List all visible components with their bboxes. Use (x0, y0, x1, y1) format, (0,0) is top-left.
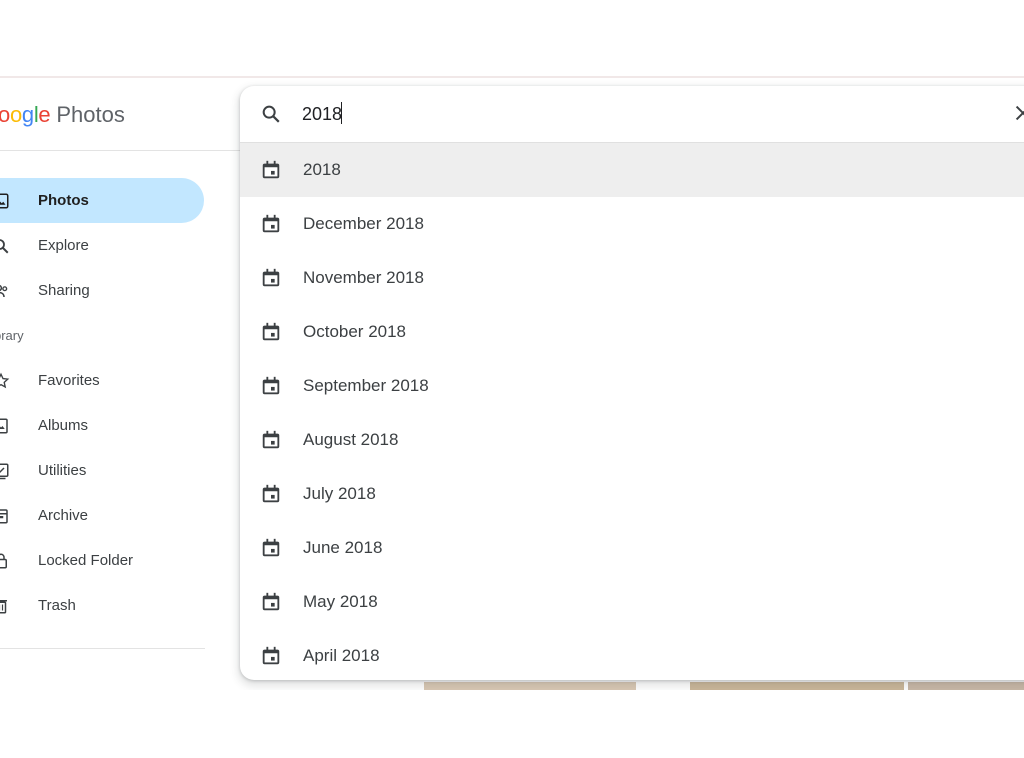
archive-icon (0, 507, 10, 525)
search-panel: 2018 December 2018 November 2018 October 20… (240, 86, 1024, 680)
sidebar-item-label: Favorites (38, 372, 100, 389)
sidebar-item-label: Sharing (38, 282, 90, 299)
search-suggestion[interactable]: December 2018 (240, 197, 1024, 251)
photo-thumbnail[interactable] (908, 682, 1024, 690)
photo-thumbnail[interactable] (424, 682, 636, 690)
search-suggestion-label: December 2018 (303, 214, 424, 233)
search-suggestion[interactable]: May 2018 (240, 575, 1024, 629)
search-suggestion[interactable]: April 2018 (240, 629, 1024, 680)
search-suggestion-label: October 2018 (303, 322, 407, 341)
search-suggestion[interactable]: September 2018 (240, 359, 1024, 413)
search-suggestion-label: April 2018 (303, 646, 380, 665)
sidebar-item-utilities[interactable]: Utilities (0, 448, 204, 493)
calendar-icon (260, 375, 282, 397)
utilities-icon (0, 462, 10, 480)
search-suggestion[interactable]: November 2018 (240, 251, 1024, 305)
sidebar-item-label: Photos (38, 192, 89, 209)
search-suggestion-label: 2018 (303, 160, 341, 179)
star-icon (0, 372, 10, 390)
photo-thumbnail[interactable] (690, 682, 904, 690)
photos-window: ooglePhotos Photos Explore Sharing brary (0, 76, 1024, 690)
search-suggestion[interactable]: 2018 (240, 143, 1024, 197)
search-input[interactable] (302, 100, 982, 128)
search-suggestion[interactable]: October 2018 (240, 305, 1024, 359)
library-section-label: brary (0, 328, 24, 343)
sidebar-item-favorites[interactable]: Favorites (0, 358, 204, 403)
google-photos-logo[interactable]: ooglePhotos (0, 100, 125, 130)
sidebar-item-albums[interactable]: Albums (0, 403, 204, 448)
calendar-icon (260, 321, 282, 343)
calendar-icon (260, 267, 282, 289)
search-suggestion-label: July 2018 (303, 484, 376, 503)
search-suggestion-label: August 2018 (303, 430, 399, 449)
calendar-icon (260, 537, 282, 559)
sidebar-item-sharing[interactable]: Sharing (0, 268, 204, 313)
search-suggestion-label: September 2018 (303, 376, 429, 395)
logo-letter: g (21, 102, 34, 127)
search-bar (240, 86, 1024, 143)
sidebar-item-explore[interactable]: Explore (0, 223, 204, 268)
logo-letter: o (0, 102, 10, 127)
sidebar-item-locked-folder[interactable]: Locked Folder (0, 538, 204, 583)
calendar-icon (260, 645, 282, 667)
album-icon (0, 417, 10, 435)
sidebar-item-trash[interactable]: Trash (0, 583, 204, 628)
search-suggestion-label: June 2018 (303, 538, 383, 557)
trash-icon (0, 597, 10, 615)
people-icon (0, 282, 10, 300)
search-icon[interactable] (260, 103, 282, 125)
sidebar-item-label: Archive (38, 507, 89, 524)
search-icon (0, 237, 10, 255)
sidebar-item-label: Utilities (38, 462, 87, 479)
logo-product-name: Photos (56, 102, 125, 127)
search-suggestion[interactable]: June 2018 (240, 521, 1024, 575)
logo-letter: o (9, 102, 22, 127)
sidebar-item-label: Albums (38, 417, 89, 434)
lock-icon (0, 552, 10, 570)
sidebar-item-archive[interactable]: Archive (0, 493, 204, 538)
calendar-icon (260, 429, 282, 451)
sidebar-item-photos[interactable]: Photos (0, 178, 204, 223)
calendar-icon (260, 483, 282, 505)
search-suggestion[interactable]: July 2018 (240, 467, 1024, 521)
calendar-icon (260, 213, 282, 235)
sidebar-divider (0, 648, 205, 649)
text-cursor (341, 102, 342, 124)
calendar-icon (260, 591, 282, 613)
photo-icon (0, 192, 10, 210)
search-suggestion[interactable]: August 2018 (240, 413, 1024, 467)
logo-letter: e (38, 102, 51, 127)
search-suggestion-label: November 2018 (303, 268, 424, 287)
sidebar-item-label: Explore (38, 237, 89, 254)
calendar-icon (260, 159, 282, 181)
sidebar-item-label: Trash (38, 597, 76, 614)
search-suggestion-label: May 2018 (303, 592, 378, 611)
header-divider (0, 150, 240, 151)
sidebar-item-label: Locked Folder (38, 552, 134, 569)
close-icon[interactable] (1012, 102, 1024, 124)
